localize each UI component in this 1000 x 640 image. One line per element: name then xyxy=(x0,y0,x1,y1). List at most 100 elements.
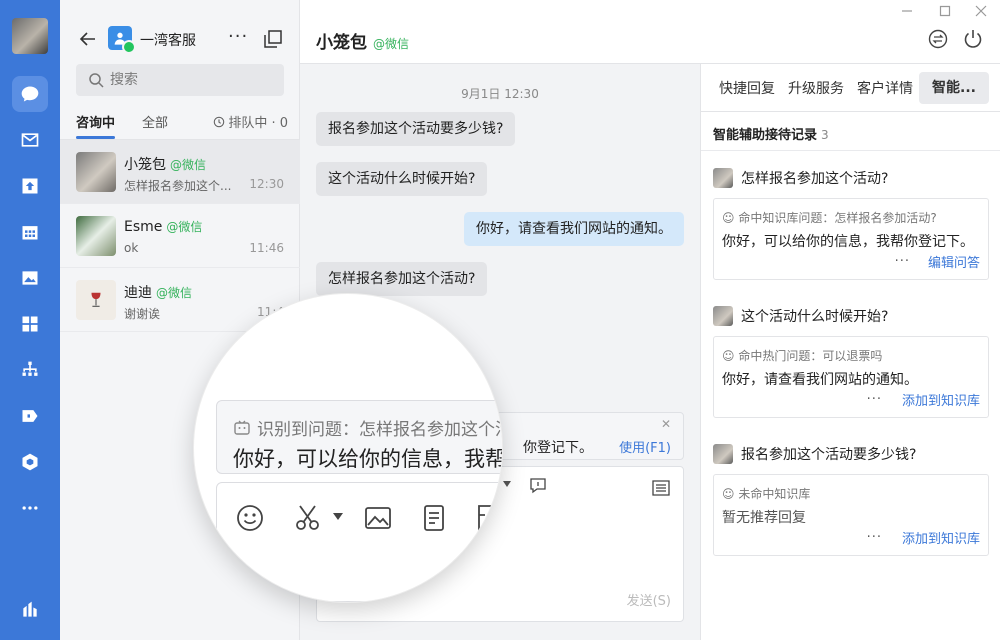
suggestion-answer: 你好，可以给你的信息，我帮 xyxy=(233,447,503,471)
more-options-icon[interactable]: ··· xyxy=(228,26,248,47)
agent-person-icon xyxy=(114,32,126,45)
record-card: ☺ 命中热门问题：可以退票吗 你好，请查看我们网站的通知。 ··· 添加到知识库 xyxy=(713,336,989,418)
use-suggestion-button[interactable]: 使用(F1) xyxy=(619,437,671,456)
record-hit: 命中知识库问题：怎样报名参加活动? xyxy=(738,211,937,225)
record-answer: 你好，请查看我们网站的通知。 xyxy=(722,372,918,388)
list-item[interactable]: Esme @微信 ok 11:46 xyxy=(60,204,300,268)
tab-customer-details[interactable]: 客户详情 xyxy=(857,78,913,98)
record-question: 这个活动什么时候开始? xyxy=(741,309,889,325)
record-answer: 暂无推荐回复 xyxy=(722,510,806,526)
clock-icon xyxy=(214,116,225,127)
wine-glass-icon xyxy=(91,292,101,307)
queue-status[interactable]: 排队中 · 0 xyxy=(213,112,288,131)
robot-icon: ☺ xyxy=(722,487,735,501)
suggestion-label: 识别到问题：怎样报名参加这个活动? xyxy=(257,420,502,440)
tab-upgrade-service[interactable]: 升级服务 xyxy=(788,78,844,98)
workspace-name: 一湾客服 xyxy=(140,33,196,49)
record-question: 怎样报名参加这个活动? xyxy=(741,171,889,187)
last-message: ok xyxy=(124,241,139,255)
back-arrow-icon[interactable] xyxy=(78,29,98,49)
tab-consulting[interactable]: 咨询中 xyxy=(76,112,116,139)
grid-apps-icon[interactable] xyxy=(18,312,42,336)
last-message: 谢谢诶 xyxy=(124,307,161,321)
power-icon[interactable] xyxy=(962,28,984,50)
scissors-icon[interactable] xyxy=(293,503,323,533)
screenshot-dropdown-icon[interactable] xyxy=(333,513,343,520)
assist-panel: 快捷回复 升级服务 客户详情 智能... 智能辅助接待记录 3 怎样报名参加这个活… xyxy=(700,64,1000,640)
add-to-kb-button[interactable]: 添加到知识库 xyxy=(902,390,980,409)
panel-header: 一湾客服 ··· xyxy=(60,26,300,54)
image-icon[interactable] xyxy=(18,266,42,290)
tag-icon[interactable] xyxy=(18,404,42,428)
magnified-suggestion: 识别到问题：怎样报名参加这个活动? 你好，可以给你的信息，我帮 xyxy=(216,400,503,474)
list-tabs: 咨询中 全部 排队中 · 0 xyxy=(60,112,300,140)
chat-timestamp: 9月1日 12:30 xyxy=(461,87,539,101)
chat-header: 小笼包 @微信 xyxy=(300,0,1000,64)
tab-smart-assist[interactable]: 智能... xyxy=(919,72,989,104)
image-upload-icon[interactable] xyxy=(363,503,393,533)
workspace-avatar xyxy=(108,26,136,54)
divider xyxy=(701,150,1000,151)
channel-badge: @微信 xyxy=(170,158,207,172)
upload-icon[interactable] xyxy=(18,174,42,198)
robot-icon: ☺ xyxy=(722,349,735,363)
history-list-icon[interactable] xyxy=(651,479,671,497)
contact-name: Esme xyxy=(124,219,163,235)
contact-name: 小笼包 xyxy=(124,157,166,173)
customer-avatar xyxy=(713,306,733,326)
search-box xyxy=(76,64,284,96)
transfer-chat-icon[interactable] xyxy=(927,28,949,50)
last-message: 怎样报名参加这个... xyxy=(124,179,232,193)
chat-title: 小笼包 xyxy=(316,33,367,53)
new-window-icon[interactable] xyxy=(264,30,282,48)
chat-channel: @微信 xyxy=(373,37,410,51)
record-more-icon[interactable]: ··· xyxy=(867,530,882,545)
mail-icon[interactable] xyxy=(18,128,42,152)
records-count: 3 xyxy=(821,128,829,142)
org-chart-icon[interactable] xyxy=(18,358,42,382)
record-hit: 命中热门问题：可以退票吗 xyxy=(738,349,883,363)
tab-quick-reply[interactable]: 快捷回复 xyxy=(719,78,775,98)
dropdown-caret-icon[interactable] xyxy=(503,481,511,487)
document-icon[interactable] xyxy=(419,503,449,533)
record-card: ☺ 未命中知识库 暂无推荐回复 ··· 添加到知识库 xyxy=(713,474,989,556)
magnifier-lens: 识别到问题：怎样报名参加这个活动? 你好，可以给你的信息，我帮 xyxy=(193,293,503,603)
record-answer: 你好，可以给你的信息，我帮你登记下。 xyxy=(722,234,974,250)
contact-avatar xyxy=(76,216,116,256)
message-time: 11:46 xyxy=(249,241,284,255)
emoji-icon[interactable] xyxy=(235,503,265,533)
home-icon[interactable] xyxy=(18,598,42,622)
more-apps-icon[interactable] xyxy=(18,496,42,520)
user-avatar[interactable] xyxy=(12,18,48,54)
magnified-toolbar xyxy=(216,482,503,602)
quick-reply-icon[interactable] xyxy=(529,477,547,495)
search-input[interactable] xyxy=(110,64,270,96)
cube-app-icon[interactable] xyxy=(18,450,42,474)
robot-icon: ☺ xyxy=(722,211,735,225)
send-button[interactable]: 发送(S) xyxy=(627,590,671,609)
tab-all[interactable]: 全部 xyxy=(142,112,168,131)
close-suggestion-icon[interactable]: ✕ xyxy=(661,417,671,431)
record-more-icon[interactable]: ··· xyxy=(867,392,882,407)
record-hit: 未命中知识库 xyxy=(738,487,811,501)
edit-qa-button[interactable]: 编辑问答 xyxy=(928,252,980,271)
list-item[interactable]: 小笼包 @微信 怎样报名参加这个... 12:30 xyxy=(60,140,300,204)
file-icon[interactable] xyxy=(473,503,503,533)
record-more-icon[interactable]: ··· xyxy=(895,254,910,269)
search-icon xyxy=(89,73,104,88)
side-tabs: 快捷回复 升级服务 客户详情 智能... xyxy=(701,64,1000,112)
close-icon[interactable] xyxy=(974,4,988,18)
incoming-message: 这个活动什么时候开始? xyxy=(316,162,488,196)
incoming-message: 报名参加这个活动要多少钱? xyxy=(316,112,516,146)
channel-badge: @微信 xyxy=(166,220,203,234)
chat-nav-icon[interactable] xyxy=(12,76,48,112)
message-time: 12:30 xyxy=(249,177,284,191)
record-question: 报名参加这个活动要多少钱? xyxy=(741,447,917,463)
customer-avatar xyxy=(713,168,733,188)
add-to-kb-button[interactable]: 添加到知识库 xyxy=(902,528,980,547)
contact-avatar xyxy=(76,152,116,192)
maximize-icon[interactable] xyxy=(938,4,952,18)
calendar-icon[interactable] xyxy=(18,220,42,244)
customer-avatar xyxy=(713,444,733,464)
minimize-icon[interactable] xyxy=(900,4,914,18)
